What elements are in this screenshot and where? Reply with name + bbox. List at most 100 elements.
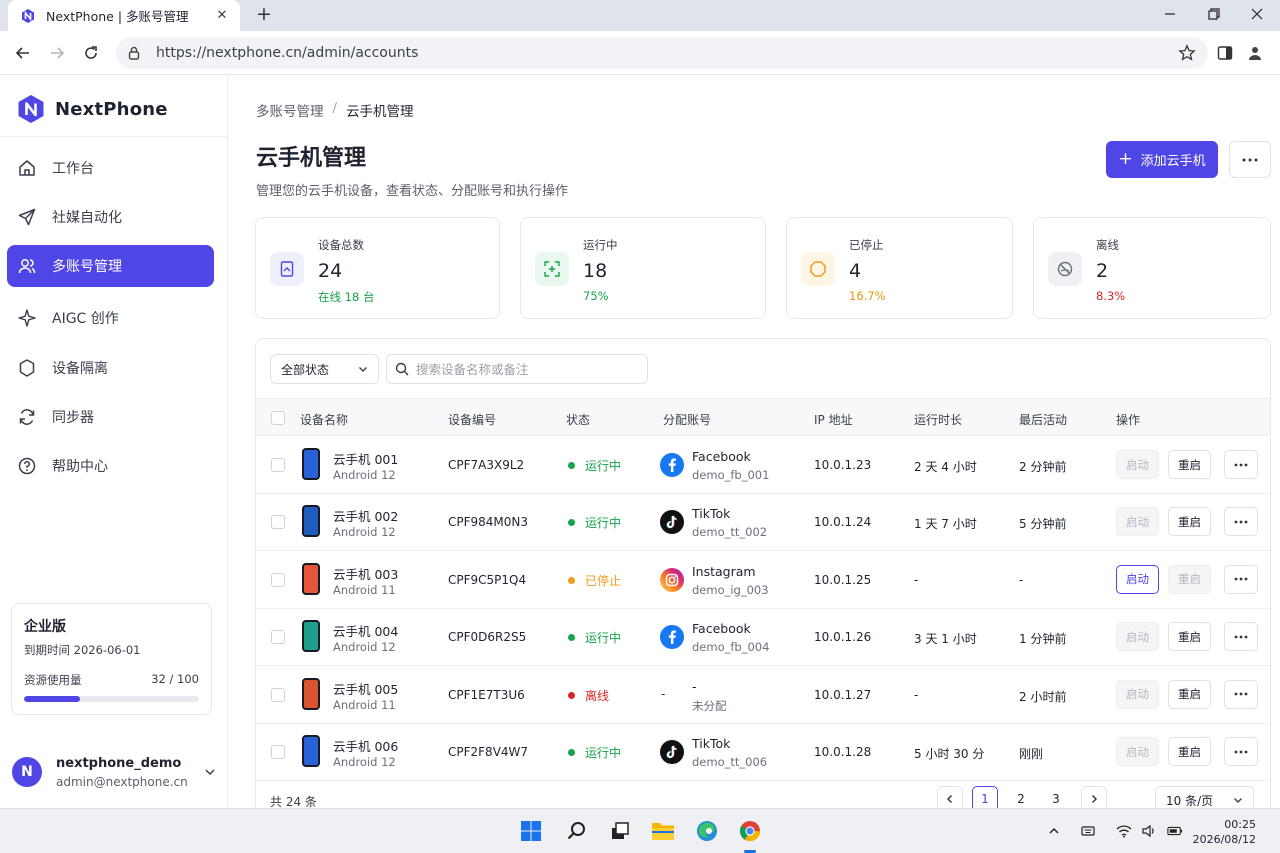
- user-menu[interactable]: N nextphone_demo admin@nextphone.cn: [12, 752, 216, 792]
- row-more-button[interactable]: [1224, 564, 1258, 594]
- row-more-button[interactable]: [1224, 679, 1258, 709]
- system-clock[interactable]: 00:25 2026/08/12: [1193, 817, 1256, 847]
- table-row[interactable]: 云手机 005 Android 11 CPF1E7T3U6 离线 - - 未分配…: [256, 666, 1270, 724]
- restart-button[interactable]: 重启: [1168, 622, 1211, 652]
- back-icon[interactable]: [12, 42, 34, 64]
- minimize-button[interactable]: [1150, 0, 1190, 28]
- side-panel-icon[interactable]: [1216, 44, 1234, 62]
- site-info-icon[interactable]: [126, 45, 142, 61]
- profile-icon[interactable]: [1246, 44, 1264, 62]
- column-header[interactable]: 最后活动: [1019, 411, 1067, 428]
- restart-button[interactable]: 重启: [1168, 737, 1211, 766]
- column-header[interactable]: 设备编号: [448, 411, 496, 428]
- table-row[interactable]: 云手机 002 Android 12 CPF984M0N3 运行中 TikTok…: [256, 493, 1270, 552]
- select-all-checkbox[interactable]: [271, 411, 285, 425]
- table-row[interactable]: 云手机 003 Android 11 CPF9C5P1Q4 已停止 Instag…: [256, 551, 1270, 609]
- uptime: 5 小时 30 分: [914, 747, 985, 761]
- restart-button[interactable]: 重启: [1168, 507, 1211, 537]
- start-button[interactable]: 启动: [1116, 737, 1159, 766]
- chevron-down-icon[interactable]: [204, 766, 216, 778]
- start-button[interactable]: 启动: [1116, 679, 1159, 709]
- sidebar-item-help-center[interactable]: 帮助中心: [7, 445, 214, 487]
- row-checkbox[interactable]: [271, 515, 285, 530]
- account-id: demo_ig_003: [692, 582, 769, 597]
- address-bar[interactable]: https://nextphone.cn/admin/accounts: [116, 37, 1208, 69]
- more-options-button[interactable]: [1229, 141, 1271, 178]
- search-icon[interactable]: [565, 819, 589, 843]
- breadcrumb-parent[interactable]: 多账号管理: [256, 100, 324, 120]
- start-button[interactable]: 启动: [1116, 450, 1159, 479]
- sidebar-item-aigc[interactable]: AIGC 创作: [7, 297, 214, 339]
- sidebar-item-device-isolation[interactable]: 设备隔离: [7, 347, 214, 389]
- keyboard-icon[interactable]: [1080, 823, 1096, 839]
- sparkle-icon: [17, 308, 37, 328]
- sidebar-item-social-automation[interactable]: 社媒自动化: [7, 196, 214, 238]
- device-name[interactable]: 云手机 006: [333, 736, 398, 755]
- reload-icon[interactable]: [80, 42, 102, 64]
- column-header[interactable]: 分配账号: [663, 411, 711, 428]
- forward-icon[interactable]: [46, 42, 68, 64]
- status-badge: 运行中: [568, 514, 621, 531]
- file-explorer-icon[interactable]: [651, 819, 675, 843]
- row-checkbox[interactable]: [271, 458, 285, 472]
- device-os: Android 12: [333, 468, 396, 482]
- device-name[interactable]: 云手机 005: [333, 679, 398, 698]
- volume-icon[interactable]: [1141, 823, 1157, 839]
- wifi-icon[interactable]: [1116, 823, 1132, 839]
- status-filter-select[interactable]: 全部状态: [270, 354, 379, 384]
- row-more-button[interactable]: [1224, 737, 1258, 766]
- sidebar-item-label: 工作台: [52, 161, 94, 177]
- nextphone-logo-icon: [17, 94, 45, 124]
- search-input[interactable]: [416, 361, 636, 377]
- row-more-button[interactable]: [1224, 622, 1258, 652]
- column-header[interactable]: 设备名称: [300, 411, 348, 428]
- task-view-icon[interactable]: [608, 819, 632, 843]
- tab-close-icon[interactable]: ✕: [214, 8, 230, 24]
- bookmark-star-icon[interactable]: [1178, 44, 1196, 62]
- brand[interactable]: NextPhone: [17, 94, 168, 124]
- row-more-button[interactable]: [1224, 450, 1258, 479]
- search-box[interactable]: [386, 354, 648, 384]
- table-row[interactable]: 云手机 006 Android 12 CPF2F8V4W7 运行中 TikTok…: [256, 723, 1270, 781]
- row-more-button[interactable]: [1224, 507, 1258, 537]
- start-button[interactable]: 启动: [1116, 622, 1159, 652]
- row-checkbox[interactable]: [271, 687, 285, 702]
- chrome-browser-icon[interactable]: [738, 819, 762, 843]
- restart-button[interactable]: 重启: [1168, 564, 1211, 594]
- instagram-icon: [660, 567, 684, 592]
- column-header[interactable]: IP 地址: [814, 411, 853, 428]
- device-name[interactable]: 云手机 001: [333, 449, 398, 468]
- user-name: nextphone_demo: [56, 755, 182, 771]
- browser-tab[interactable]: NextPhone | 多账号管理 ✕: [8, 0, 240, 31]
- device-os: Android 12: [333, 525, 396, 540]
- row-checkbox[interactable]: [271, 572, 285, 587]
- row-checkbox[interactable]: [271, 630, 285, 645]
- start-button[interactable]: 启动: [1116, 564, 1159, 594]
- close-window-button[interactable]: [1237, 0, 1277, 28]
- edge-browser-icon[interactable]: [695, 819, 719, 843]
- start-menu-icon[interactable]: [519, 819, 543, 843]
- row-checkbox[interactable]: [271, 745, 285, 759]
- table-row[interactable]: 云手机 001 Android 12 CPF7A3X9L2 运行中 Facebo…: [256, 436, 1270, 494]
- column-header[interactable]: 状态: [566, 411, 590, 428]
- sidebar-item-synchronizer[interactable]: 同步器: [7, 396, 214, 438]
- table-row[interactable]: 云手机 004 Android 12 CPF0D6R2S5 运行中 Facebo…: [256, 608, 1270, 667]
- sidebar-item-multi-account[interactable]: 多账号管理: [7, 245, 214, 287]
- sidebar-item-workbench[interactable]: 工作台: [7, 147, 214, 189]
- new-tab-button[interactable]: +: [254, 5, 274, 25]
- battery-icon[interactable]: [1167, 823, 1183, 839]
- add-cloud-phone-button[interactable]: + 添加云手机: [1106, 141, 1218, 178]
- column-header[interactable]: 运行时长: [914, 411, 962, 428]
- more-horizontal-icon: [1234, 463, 1248, 466]
- restart-button[interactable]: 重启: [1168, 679, 1211, 709]
- start-button[interactable]: 启动: [1116, 507, 1159, 537]
- chevron-up-icon[interactable]: [1046, 823, 1062, 839]
- restore-button[interactable]: [1194, 0, 1234, 28]
- restart-button[interactable]: 重启: [1168, 450, 1211, 479]
- device-name[interactable]: 云手机 004: [333, 621, 398, 640]
- device-name[interactable]: 云手机 002: [333, 506, 398, 525]
- add-button-label: 添加云手机: [1140, 154, 1206, 169]
- device-name[interactable]: 云手机 003: [333, 564, 398, 583]
- status-badge: 运行中: [568, 457, 621, 474]
- ip-address: 10.0.1.24: [814, 515, 872, 530]
